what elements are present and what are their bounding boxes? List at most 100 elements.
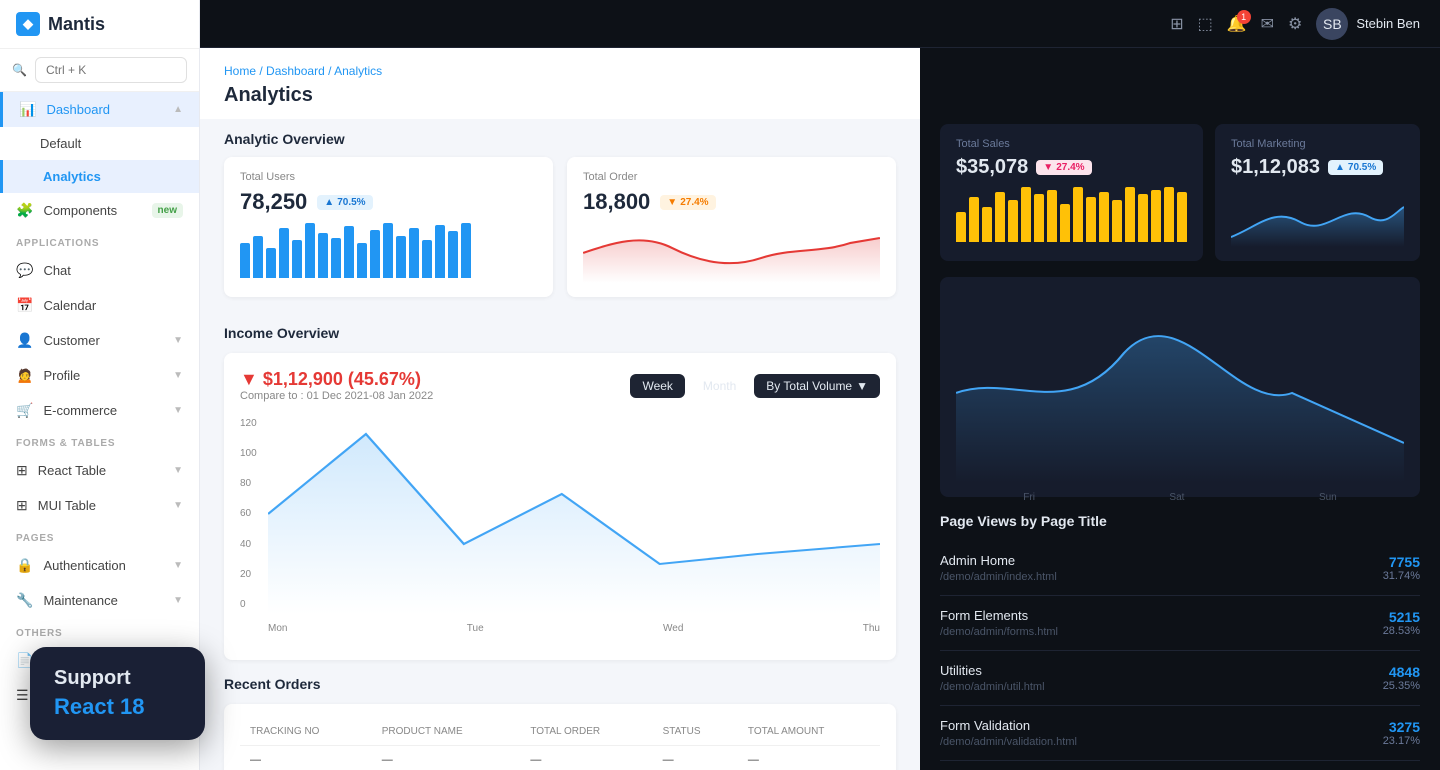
nav-ecommerce[interactable]: 🛒 E-commerce ▼ xyxy=(0,393,199,428)
dark-income-chart: Fri Sat Sun xyxy=(940,277,1420,497)
income-card: ▼ $1,12,900 (45.67%) Compare to : 01 Dec… xyxy=(224,353,896,660)
marketing-value: $1,12,083 ▲ 70.5% xyxy=(1231,156,1404,179)
layout-icon[interactable]: ⬚ xyxy=(1198,14,1213,34)
dark-panel: Total Sales $35,078 ▼ 27.4% xyxy=(920,48,1440,770)
bar xyxy=(1125,187,1135,242)
chevron-right5-icon: ▼ xyxy=(173,500,183,511)
sales-badge: ▼ 27.4% xyxy=(1036,160,1091,175)
nav-components[interactable]: 🧩 Components new xyxy=(0,193,199,228)
logo-icon: ◆ xyxy=(16,12,40,36)
users-badge: ▲ 70.5% xyxy=(317,195,372,210)
sales-chart xyxy=(956,187,1187,242)
users-chart xyxy=(240,223,537,278)
chevron-right-icon: ▼ xyxy=(173,335,183,346)
pv-url-3: /demo/admin/validation.html xyxy=(940,736,1077,748)
pv-count-1: 5215 xyxy=(1383,609,1420,625)
nav-default[interactable]: Default xyxy=(0,127,199,160)
bar xyxy=(279,228,289,278)
mui-table-icon: ⊞ xyxy=(16,497,28,514)
profile-icon: 🙍 xyxy=(16,367,33,384)
table-row: ————— xyxy=(240,746,880,770)
bar xyxy=(1164,187,1174,242)
income-controls: Week Month By Total Volume ▼ xyxy=(630,374,880,398)
orders-table: TRACKING NO PRODUCT NAME TOTAL ORDER STA… xyxy=(240,718,880,770)
avatar: SB xyxy=(1316,8,1348,40)
right-content: Total Sales $35,078 ▼ 27.4% xyxy=(920,48,1440,770)
week-button[interactable]: Week xyxy=(630,374,684,398)
bar xyxy=(396,236,406,278)
users-label: Total Users xyxy=(240,171,537,183)
sales-value: $35,078 ▼ 27.4% xyxy=(956,156,1187,179)
nav-profile[interactable]: 🙍 Profile ▼ xyxy=(0,358,199,393)
bar xyxy=(1151,190,1161,242)
nav-calendar[interactable]: 📅 Calendar xyxy=(0,288,199,323)
bar xyxy=(266,248,276,278)
volume-button[interactable]: By Total Volume ▼ xyxy=(754,374,880,398)
settings-icon[interactable]: ⚙ xyxy=(1288,14,1302,34)
chevron-right2-icon: ▼ xyxy=(173,370,183,381)
analytic-overview-section: Analytic Overview Total Users 78,250 ▲ 7… xyxy=(200,119,920,313)
section-forms: Forms & Tables xyxy=(0,428,199,453)
bar xyxy=(1060,204,1070,242)
orders-badge: ▼ 27.4% xyxy=(660,195,715,210)
section-applications: Applications xyxy=(0,228,199,253)
nav-mui-table[interactable]: ⊞ MUI Table ▼ xyxy=(0,488,199,523)
dark-cards-row: Total Sales $35,078 ▼ 27.4% xyxy=(940,124,1420,261)
components-icon: 🧩 xyxy=(16,202,33,219)
stat-card-users: Total Users 78,250 ▲ 70.5% xyxy=(224,157,553,297)
page-views-section: Page Views by Page Title Admin Home /dem… xyxy=(940,513,1420,770)
page-views-title: Page Views by Page Title xyxy=(940,513,1420,529)
col-product: PRODUCT NAME xyxy=(372,718,521,746)
month-button[interactable]: Month xyxy=(691,374,748,398)
bar xyxy=(357,243,367,278)
dark-card-sales: Total Sales $35,078 ▼ 27.4% xyxy=(940,124,1203,261)
topbar: ⊞ ⬚ 🔔 1 ✉ ⚙ SB Stebin Ben xyxy=(200,0,1440,48)
bar xyxy=(1086,197,1096,242)
support-popup-line1: Support xyxy=(54,667,181,690)
bar xyxy=(1073,187,1083,242)
bar xyxy=(409,228,419,278)
nav-react-table[interactable]: ⊞ React Table ▼ xyxy=(0,453,199,488)
orders-title: Recent Orders xyxy=(224,676,896,692)
bar xyxy=(318,233,328,278)
pv-item-3: Form Validation /demo/admin/validation.h… xyxy=(940,706,1420,761)
income-chart: 120 100 80 60 40 20 0 xyxy=(240,414,880,644)
nav-chat[interactable]: 💬 Chat xyxy=(0,253,199,288)
calendar-icon: 📅 xyxy=(16,297,33,314)
page-header: Home / Dashboard / Analytics Analytics xyxy=(200,48,920,119)
dark-card-marketing: Total Marketing $1,12,083 ▲ 70.5% xyxy=(1215,124,1420,261)
bar xyxy=(331,238,341,278)
marketing-badge: ▲ 70.5% xyxy=(1328,160,1383,175)
marketing-label: Total Marketing xyxy=(1231,138,1404,150)
user-name: Stebin Ben xyxy=(1356,16,1420,31)
nav-authentication[interactable]: 🔒 Authentication ▼ xyxy=(0,548,199,583)
col-total-order: TOTAL ORDER xyxy=(520,718,652,746)
pv-url-1: /demo/admin/forms.html xyxy=(940,626,1058,638)
bar xyxy=(240,243,250,278)
pv-item-4: Modals /demo/admin/modals.html 3003 22.2… xyxy=(940,761,1420,770)
bar xyxy=(1138,194,1148,242)
nav-analytics[interactable]: Analytics xyxy=(0,160,199,193)
chevron-right4-icon: ▼ xyxy=(173,465,183,476)
nav-dashboard[interactable]: 📊 Dashboard ▲ xyxy=(0,92,199,127)
pv-pct-0: 31.74% xyxy=(1383,570,1420,582)
chevron-volume-icon: ▼ xyxy=(856,379,868,393)
marketing-chart xyxy=(1231,187,1404,247)
sales-label: Total Sales xyxy=(956,138,1187,150)
nav-maintenance[interactable]: 🔧 Maintenance ▼ xyxy=(0,583,199,618)
support-popup[interactable]: Support React 18 xyxy=(30,647,205,740)
nav-customer[interactable]: 👤 Customer ▼ xyxy=(0,323,199,358)
grid-icon[interactable]: ⊞ xyxy=(1170,14,1183,34)
mail-icon[interactable]: ✉ xyxy=(1261,14,1274,34)
col-total-amount: TOTAL AMOUNT xyxy=(738,718,880,746)
income-title: Income Overview xyxy=(224,325,896,341)
notification-icon[interactable]: 🔔 1 xyxy=(1227,14,1247,34)
bar xyxy=(305,223,315,278)
search-input[interactable] xyxy=(35,57,187,83)
support-popup-line2: React 18 xyxy=(54,694,181,720)
search-icon: 🔍 xyxy=(12,63,27,77)
recent-orders-section: Recent Orders TRACKING NO PRODUCT NAME T… xyxy=(200,676,920,770)
section-overview-label: Analytic Overview xyxy=(224,119,896,157)
bar xyxy=(969,197,979,242)
pv-url-0: /demo/admin/index.html xyxy=(940,571,1057,583)
